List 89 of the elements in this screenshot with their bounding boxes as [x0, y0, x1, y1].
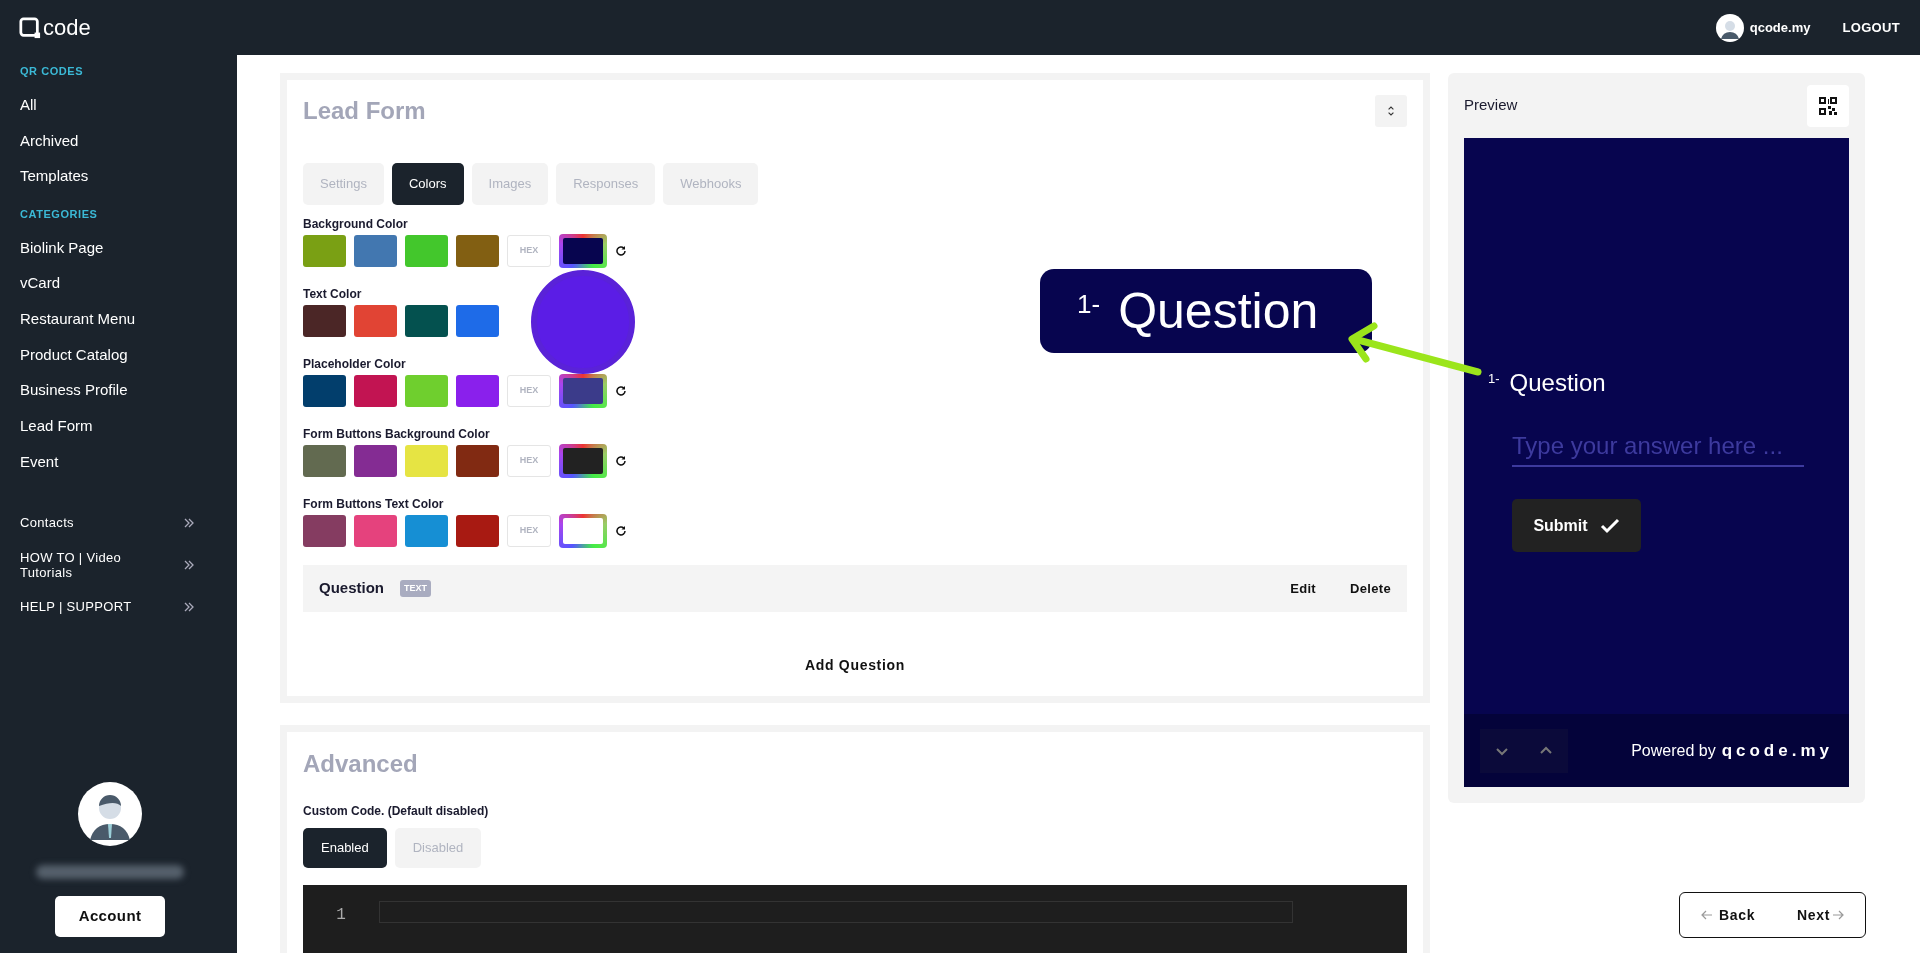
sidebar-item[interactable]: Biolink Page: [0, 230, 237, 266]
color-swatch[interactable]: [405, 375, 448, 407]
callout-text: Question: [1118, 281, 1319, 341]
arrow-right-icon: [1832, 910, 1845, 920]
row-label: Placeholder Color: [303, 356, 407, 370]
color-swatch[interactable]: [354, 235, 397, 267]
color-swatch[interactable]: [354, 445, 397, 477]
logo-text: code: [43, 16, 91, 39]
chevrons-icon: [183, 558, 195, 571]
color-swatch[interactable]: [303, 445, 346, 477]
color-swatch[interactable]: [405, 515, 448, 547]
color-swatch[interactable]: [354, 375, 397, 407]
submit-label: Submit: [1533, 515, 1588, 536]
back-button[interactable]: Back: [1700, 904, 1756, 926]
add-question-button[interactable]: Add Question: [804, 655, 906, 676]
answer-field[interactable]: Type your answer here ...: [1512, 427, 1804, 467]
question-text: Question: [1509, 368, 1606, 398]
checkmark-icon: [1599, 517, 1620, 534]
type-badge: TEXT: [400, 579, 432, 598]
sidebar-item[interactable]: Business Profile: [0, 372, 237, 409]
section-title: Advanced: [303, 749, 419, 779]
color-swatch[interactable]: [303, 235, 346, 267]
question-number: 1-: [1488, 370, 1500, 388]
user-avatar: [1715, 13, 1744, 42]
code-editor[interactable]: 1: [303, 885, 1407, 953]
field-label: Custom Code. (Default disabled): [303, 803, 490, 820]
sidebar-link[interactable]: Contacts: [20, 515, 140, 531]
sidebar-item[interactable]: Event: [0, 444, 237, 480]
down-button[interactable]: [1480, 728, 1524, 773]
logout-link[interactable]: LOGOUT: [1842, 17, 1900, 38]
color-swatch[interactable]: [456, 375, 499, 407]
qr-code-icon: [1818, 95, 1838, 116]
account-button[interactable]: Account: [55, 896, 165, 937]
toggle-option[interactable]: Enabled: [303, 828, 387, 868]
sidebar-link[interactable]: HOW TO | Video Tutorials: [20, 549, 140, 580]
sidebar-item[interactable]: Templates: [0, 158, 237, 195]
color-swatch[interactable]: [405, 305, 448, 337]
question-label: Question: [319, 578, 384, 599]
row-label: Background Color: [303, 216, 409, 230]
up-button[interactable]: [1524, 728, 1568, 773]
chevrons-icon: [183, 600, 195, 613]
user-name: qcode.my: [1749, 18, 1811, 37]
color-swatch[interactable]: [354, 305, 397, 337]
color-swatch[interactable]: [456, 445, 499, 477]
sidebar-item[interactable]: Lead Form: [0, 408, 237, 445]
collapse-button[interactable]: [1375, 95, 1407, 127]
color-swatch[interactable]: [303, 375, 346, 407]
color-swatch[interactable]: [405, 445, 448, 477]
avatar: [78, 782, 142, 846]
section-heading: CATEGORIES: [19, 206, 99, 222]
color-swatch[interactable]: [354, 515, 397, 547]
qr-code-button[interactable]: [1807, 84, 1849, 127]
edit-button[interactable]: Edit: [1290, 578, 1316, 599]
sidebar-item[interactable]: Restaurant Menu: [0, 301, 237, 338]
reset-icon[interactable]: [615, 245, 627, 257]
sidebar-item[interactable]: All: [0, 87, 237, 124]
chevrons-icon: [183, 516, 195, 529]
tab[interactable]: Colors: [392, 163, 464, 205]
next-button[interactable]: Next: [1796, 904, 1845, 926]
color-swatch[interactable]: [303, 515, 346, 547]
sidebar-item[interactable]: vCard: [0, 265, 237, 302]
row-label: Form Buttons Background Color: [303, 426, 491, 440]
sidebar-item[interactable]: Product Catalog: [0, 337, 237, 373]
line-number: 1: [336, 905, 346, 926]
reset-icon[interactable]: [615, 455, 627, 467]
sort-icon: [1387, 105, 1395, 117]
powered-by-text: Powered by: [1631, 740, 1716, 761]
row-label: Form Buttons Text Color: [303, 496, 445, 510]
color-swatch[interactable]: [456, 515, 499, 547]
callout-number: 1-: [1077, 287, 1101, 321]
color-swatch[interactable]: [303, 305, 346, 337]
sidebar-link[interactable]: HELP | SUPPORT: [20, 599, 140, 615]
panel-title: Preview: [1464, 95, 1518, 116]
color-swatch[interactable]: [405, 235, 448, 267]
section-heading: QR CODES: [19, 64, 85, 79]
delete-button[interactable]: Delete: [1350, 578, 1391, 599]
row-label: Text Color: [303, 286, 363, 300]
color-swatch[interactable]: [456, 305, 499, 337]
brand-text: qcode.my: [1721, 739, 1833, 762]
back-label: Back: [1718, 905, 1756, 925]
section-title: Lead Form: [303, 96, 426, 126]
reset-icon[interactable]: [615, 385, 627, 397]
next-label: Next: [1796, 905, 1831, 925]
reset-icon[interactable]: [615, 525, 627, 537]
logo-icon: [19, 16, 41, 39]
color-swatch[interactable]: [456, 235, 499, 267]
arrow-left-icon: [1700, 910, 1713, 920]
sidebar-item[interactable]: Archived: [0, 123, 237, 159]
submit-button[interactable]: Submit: [1512, 499, 1641, 552]
